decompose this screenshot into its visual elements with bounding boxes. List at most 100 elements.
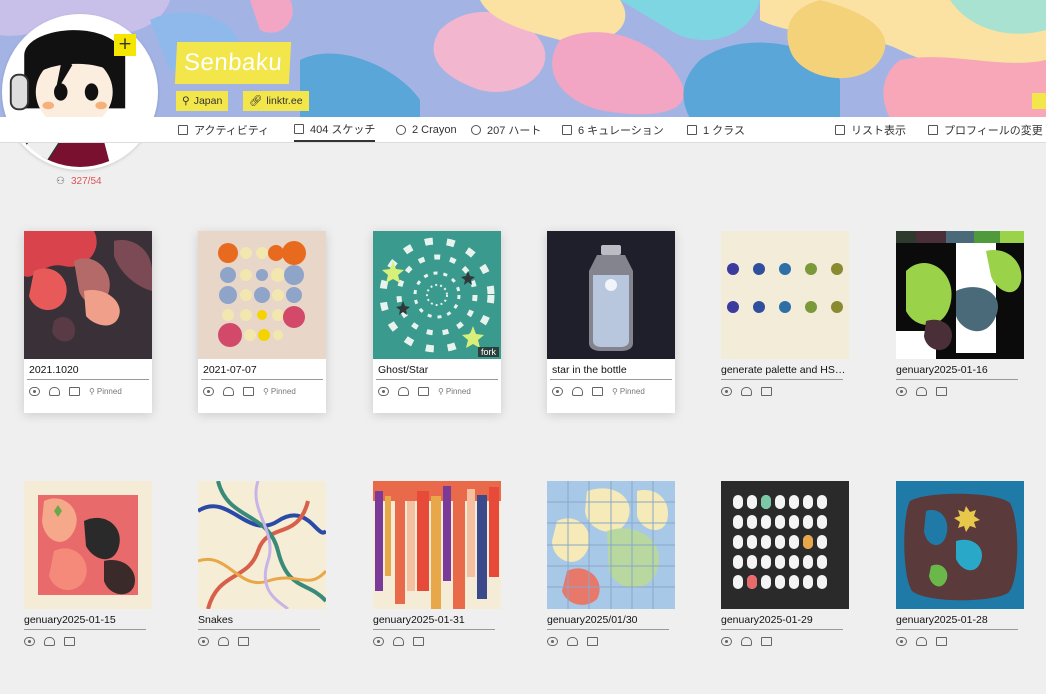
sketch-icon <box>294 123 304 134</box>
avatar-edit-button[interactable]: + <box>114 34 136 56</box>
sketch-card[interactable]: genuary2025-01-28 <box>896 481 1024 648</box>
follower-count-label: 327/54 <box>71 176 102 187</box>
comment-icon[interactable] <box>761 387 772 396</box>
views-icon <box>378 387 389 396</box>
pin-icon: ⚲ <box>263 387 269 396</box>
heart-icon[interactable] <box>916 387 927 396</box>
comment-icon[interactable] <box>592 387 603 396</box>
pinned-label: Pinned <box>445 387 471 396</box>
sketch-title[interactable]: genuary2025-01-15 <box>24 609 152 629</box>
red-blob-art-icon <box>24 481 152 609</box>
sketch-thumbnail[interactable] <box>198 231 326 359</box>
sketch-card[interactable]: star in the bottle ⚲ Pinned <box>547 231 675 413</box>
tab-curations[interactable]: 6 キュレーション <box>562 117 664 142</box>
sketch-title[interactable]: Snakes <box>198 609 326 629</box>
sketch-title[interactable]: star in the bottle <box>547 359 675 379</box>
follower-count[interactable]: ⚇ 327/54 <box>56 176 102 187</box>
tab-classes[interactable]: 1 クラス <box>687 117 745 142</box>
heart-icon[interactable] <box>393 637 404 646</box>
sketch-thumbnail[interactable] <box>24 231 152 359</box>
sketch-title[interactable]: generate palette and HSB t... <box>721 359 849 379</box>
heart-icon[interactable] <box>916 637 927 646</box>
heart-icon[interactable] <box>218 637 229 646</box>
sketch-thumbnail[interactable] <box>24 481 152 609</box>
sketch-title[interactable]: genuary2025-01-16 <box>896 359 1024 379</box>
sketch-card[interactable]: genuary2025-01-16 <box>896 231 1024 398</box>
sketch-title[interactable]: 2021.1020 <box>24 359 152 379</box>
comment-icon[interactable] <box>69 387 80 396</box>
views-icon <box>721 637 732 646</box>
views-icon <box>896 637 907 646</box>
comment-icon[interactable] <box>587 637 598 646</box>
comment-icon[interactable] <box>936 637 947 646</box>
sketch-card[interactable]: fork Ghost/Star ⚲ Pinned <box>373 231 501 413</box>
grid-blobs-art-icon <box>547 481 675 609</box>
heart-icon[interactable] <box>223 387 234 396</box>
heart-icon[interactable] <box>741 387 752 396</box>
sketch-title[interactable]: Ghost/Star <box>373 359 501 379</box>
tab-activity-label: アクティビティ <box>194 124 270 137</box>
drips-art-icon <box>373 481 501 609</box>
sketch-card[interactable]: 2021-07-07 ⚲ Pinned <box>198 231 326 413</box>
sketch-card[interactable]: generate palette and HSB t... <box>721 231 849 398</box>
heart-icon[interactable] <box>741 637 752 646</box>
sketch-thumbnail[interactable] <box>721 481 849 609</box>
sketch-thumbnail[interactable] <box>896 231 1024 359</box>
sketch-actions: ⚲ Pinned <box>198 380 326 398</box>
sketch-card[interactable]: 2021.1020 ⚲ Pinned <box>24 231 152 413</box>
sketch-thumbnail[interactable] <box>721 231 849 359</box>
profile-link-chip[interactable]: 🔗︎ linktr.ee <box>243 91 309 111</box>
sketch-thumbnail[interactable] <box>373 481 501 609</box>
heart-icon[interactable] <box>44 637 55 646</box>
comment-icon[interactable] <box>243 387 254 396</box>
heart-icon[interactable] <box>398 387 409 396</box>
pinned-badge: ⚲ Pinned <box>89 387 122 396</box>
heart-icon[interactable] <box>572 387 583 396</box>
views-icon <box>24 637 35 646</box>
pinned-label: Pinned <box>619 387 645 396</box>
pinned-badge: ⚲ Pinned <box>263 387 296 396</box>
sketch-thumbnail[interactable] <box>547 481 675 609</box>
sketch-title[interactable]: genuary2025-01-31 <box>373 609 501 629</box>
sketch-card[interactable]: genuary2025-01-29 <box>721 481 849 648</box>
views-icon <box>552 387 563 396</box>
palette-art-icon <box>721 231 849 359</box>
tab-crayon[interactable]: 2 Crayon <box>396 117 457 142</box>
sketch-thumbnail[interactable]: fork <box>373 231 501 359</box>
tab-activity[interactable]: アクティビティ <box>178 117 269 142</box>
comment-icon[interactable] <box>64 637 75 646</box>
tab-hearts[interactable]: 207 ハート <box>471 117 541 142</box>
sketch-card[interactable]: genuary2025-01-15 <box>24 481 152 648</box>
list-view-button[interactable]: リスト表示 <box>835 117 906 142</box>
banner-edit-button[interactable] <box>1032 93 1046 109</box>
comment-icon[interactable] <box>238 637 249 646</box>
comment-icon[interactable] <box>418 387 429 396</box>
sketch-card[interactable]: genuary2025/01/30 <box>547 481 675 648</box>
ghost-spiral-art-icon <box>373 231 501 359</box>
profile-link-label[interactable]: linktr.ee <box>266 91 302 111</box>
list-view-label: リスト表示 <box>851 124 906 137</box>
comment-icon[interactable] <box>761 637 772 646</box>
sketch-title[interactable]: genuary2025-01-28 <box>896 609 1024 629</box>
heart-icon[interactable] <box>567 637 578 646</box>
sketch-actions: ⚲ Pinned <box>24 380 152 398</box>
sketch-card[interactable]: Snakes <box>198 481 326 648</box>
sketch-thumbnail[interactable] <box>896 481 1024 609</box>
sketch-card[interactable]: genuary2025-01-31 <box>373 481 501 648</box>
sketch-thumbnail[interactable] <box>547 231 675 359</box>
comment-icon[interactable] <box>413 637 424 646</box>
sketch-actions <box>896 630 1024 648</box>
comment-icon[interactable] <box>936 387 947 396</box>
sketch-title[interactable]: genuary2025-01-29 <box>721 609 849 629</box>
tab-curations-label: 6 キュレーション <box>578 124 664 137</box>
sketch-title[interactable]: genuary2025/01/30 <box>547 609 675 629</box>
tab-sketches[interactable]: 404 スケッチ <box>294 117 376 142</box>
sketch-title[interactable]: 2021-07-07 <box>198 359 326 379</box>
heart-icon[interactable] <box>49 387 60 396</box>
circle-grid-art-icon <box>198 231 326 359</box>
tab-crayon-label: 2 Crayon <box>412 123 457 136</box>
snakes-art-icon <box>198 481 326 609</box>
sketch-thumbnail[interactable] <box>198 481 326 609</box>
crayon-icon <box>396 124 406 135</box>
edit-profile-button[interactable]: プロフィールの変更 <box>928 117 1043 142</box>
